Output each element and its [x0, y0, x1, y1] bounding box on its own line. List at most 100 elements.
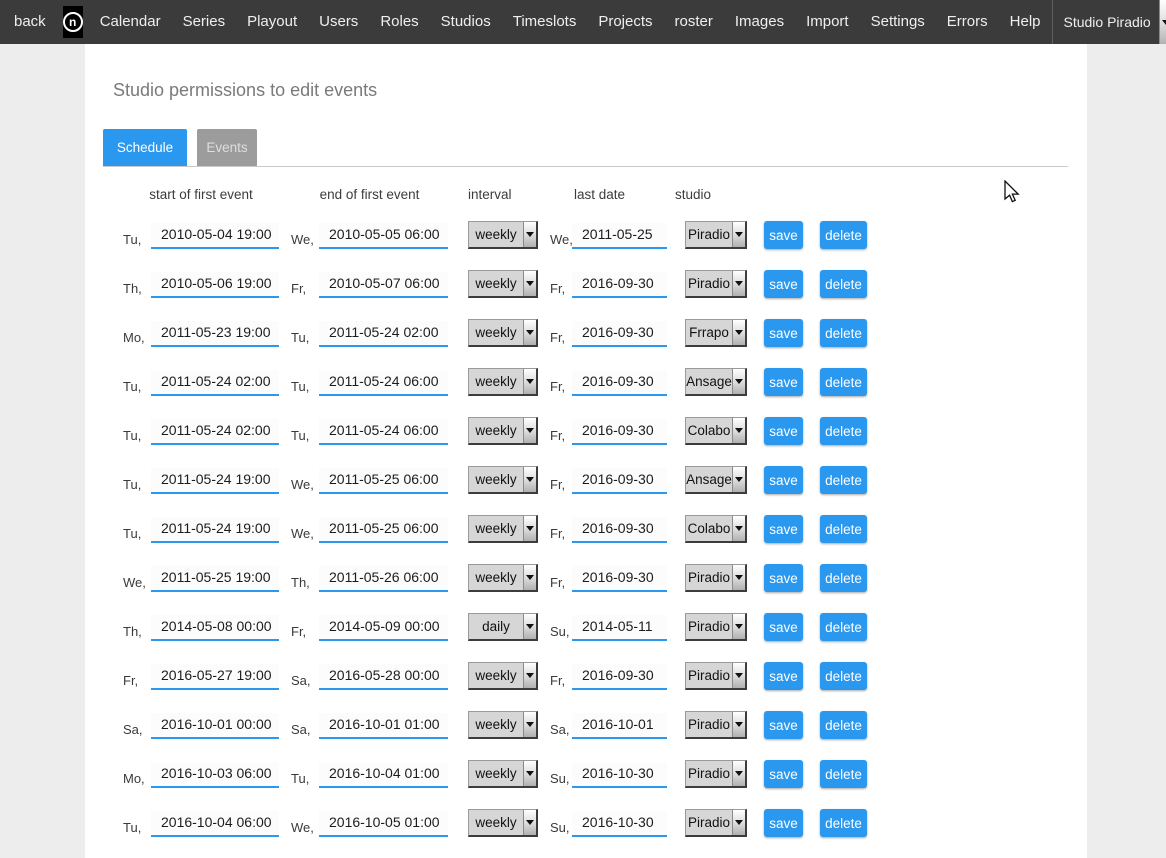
select-arrow-button[interactable] [732, 614, 745, 639]
last-date-input[interactable] [572, 468, 667, 494]
end-datetime-input[interactable] [319, 713, 448, 739]
select-arrow-button[interactable] [732, 222, 745, 247]
studio-select[interactable]: Colabo [685, 515, 747, 543]
start-datetime-input[interactable] [151, 811, 279, 837]
nav-item-errors[interactable]: Errors [936, 0, 999, 44]
start-datetime-input[interactable] [151, 762, 279, 788]
interval-select[interactable]: weekly [468, 662, 538, 690]
studio-select[interactable]: Colabo [685, 417, 747, 445]
save-button[interactable]: save [764, 809, 803, 837]
interval-select[interactable]: weekly [468, 809, 538, 837]
studio-selector[interactable]: Studio Piradio [1053, 0, 1159, 44]
delete-button[interactable]: delete [820, 466, 867, 494]
end-datetime-input[interactable] [319, 468, 448, 494]
save-button[interactable]: save [764, 221, 803, 249]
studio-select[interactable]: Ansage [685, 466, 747, 494]
end-datetime-input[interactable] [319, 615, 448, 641]
delete-button[interactable]: delete [820, 711, 867, 739]
last-date-input[interactable] [572, 370, 667, 396]
save-button[interactable]: save [764, 319, 803, 347]
delete-button[interactable]: delete [820, 270, 867, 298]
delete-button[interactable]: delete [820, 368, 867, 396]
start-datetime-input[interactable] [151, 713, 279, 739]
nav-item-help[interactable]: Help [999, 0, 1052, 44]
interval-select[interactable]: weekly [468, 221, 538, 249]
interval-select[interactable]: weekly [468, 515, 538, 543]
end-datetime-input[interactable] [319, 370, 448, 396]
delete-button[interactable]: delete [820, 515, 867, 543]
tab-events[interactable]: Events [197, 129, 257, 166]
nav-item-roles[interactable]: Roles [369, 0, 429, 44]
select-arrow-button[interactable] [523, 467, 536, 492]
save-button[interactable]: save [764, 760, 803, 788]
studio-select[interactable]: Piradio [685, 221, 747, 249]
nav-item-timeslots[interactable]: Timeslots [502, 0, 588, 44]
studio-select[interactable]: Piradio [685, 760, 747, 788]
start-datetime-input[interactable] [151, 370, 279, 396]
nav-item-studios[interactable]: Studios [430, 0, 502, 44]
nav-item-images[interactable]: Images [724, 0, 795, 44]
select-arrow-button[interactable] [732, 418, 745, 443]
nav-item-users[interactable]: Users [308, 0, 369, 44]
select-arrow-button[interactable] [732, 663, 745, 688]
interval-select[interactable]: daily [468, 613, 538, 641]
last-date-input[interactable] [572, 664, 667, 690]
save-button[interactable]: save [764, 711, 803, 739]
delete-button[interactable]: delete [820, 662, 867, 690]
last-date-input[interactable] [572, 615, 667, 641]
end-datetime-input[interactable] [319, 321, 448, 347]
last-date-input[interactable] [572, 713, 667, 739]
end-datetime-input[interactable] [319, 566, 448, 592]
select-arrow-button[interactable] [523, 516, 536, 541]
start-datetime-input[interactable] [151, 272, 279, 298]
studio-select[interactable]: Piradio [685, 662, 747, 690]
nav-item-import[interactable]: Import [795, 0, 860, 44]
last-date-input[interactable] [572, 419, 667, 445]
interval-select[interactable]: weekly [468, 711, 538, 739]
last-date-input[interactable] [572, 223, 667, 249]
select-arrow-button[interactable] [523, 663, 536, 688]
save-button[interactable]: save [764, 417, 803, 445]
start-datetime-input[interactable] [151, 223, 279, 249]
interval-select[interactable]: weekly [468, 564, 538, 592]
studio-select[interactable]: Piradio [685, 564, 747, 592]
save-button[interactable]: save [764, 515, 803, 543]
select-arrow-button[interactable] [523, 761, 536, 786]
last-date-input[interactable] [572, 517, 667, 543]
interval-select[interactable]: weekly [468, 760, 538, 788]
nav-item-settings[interactable]: Settings [860, 0, 936, 44]
delete-button[interactable]: delete [820, 760, 867, 788]
last-date-input[interactable] [572, 762, 667, 788]
select-arrow-button[interactable] [732, 810, 745, 835]
end-datetime-input[interactable] [319, 811, 448, 837]
interval-select[interactable]: weekly [468, 417, 538, 445]
delete-button[interactable]: delete [820, 221, 867, 249]
select-arrow-button[interactable] [523, 810, 536, 835]
start-datetime-input[interactable] [151, 321, 279, 347]
start-datetime-input[interactable] [151, 664, 279, 690]
studio-select[interactable]: Piradio [685, 613, 747, 641]
start-datetime-input[interactable] [151, 566, 279, 592]
select-arrow-button[interactable] [732, 761, 745, 786]
select-arrow-button[interactable] [523, 614, 536, 639]
save-button[interactable]: save [764, 662, 803, 690]
select-arrow-button[interactable] [523, 369, 536, 394]
delete-button[interactable]: delete [820, 809, 867, 837]
select-arrow-button[interactable] [523, 565, 536, 590]
interval-select[interactable]: weekly [468, 270, 538, 298]
tab-schedule[interactable]: Schedule [103, 129, 187, 166]
last-date-input[interactable] [572, 272, 667, 298]
end-datetime-input[interactable] [319, 272, 448, 298]
delete-button[interactable]: delete [820, 613, 867, 641]
nav-item-series[interactable]: Series [172, 0, 237, 44]
interval-select[interactable]: weekly [468, 466, 538, 494]
last-date-input[interactable] [572, 321, 667, 347]
delete-button[interactable]: delete [820, 564, 867, 592]
studio-select[interactable]: Piradio [685, 809, 747, 837]
select-arrow-button[interactable] [732, 369, 745, 394]
studio-select[interactable]: Ansage [685, 368, 747, 396]
studio-select[interactable]: Piradio [685, 711, 747, 739]
studio-select[interactable]: Piradio [685, 270, 747, 298]
studio-selector-dropdown-button[interactable] [1159, 0, 1166, 44]
end-datetime-input[interactable] [319, 762, 448, 788]
